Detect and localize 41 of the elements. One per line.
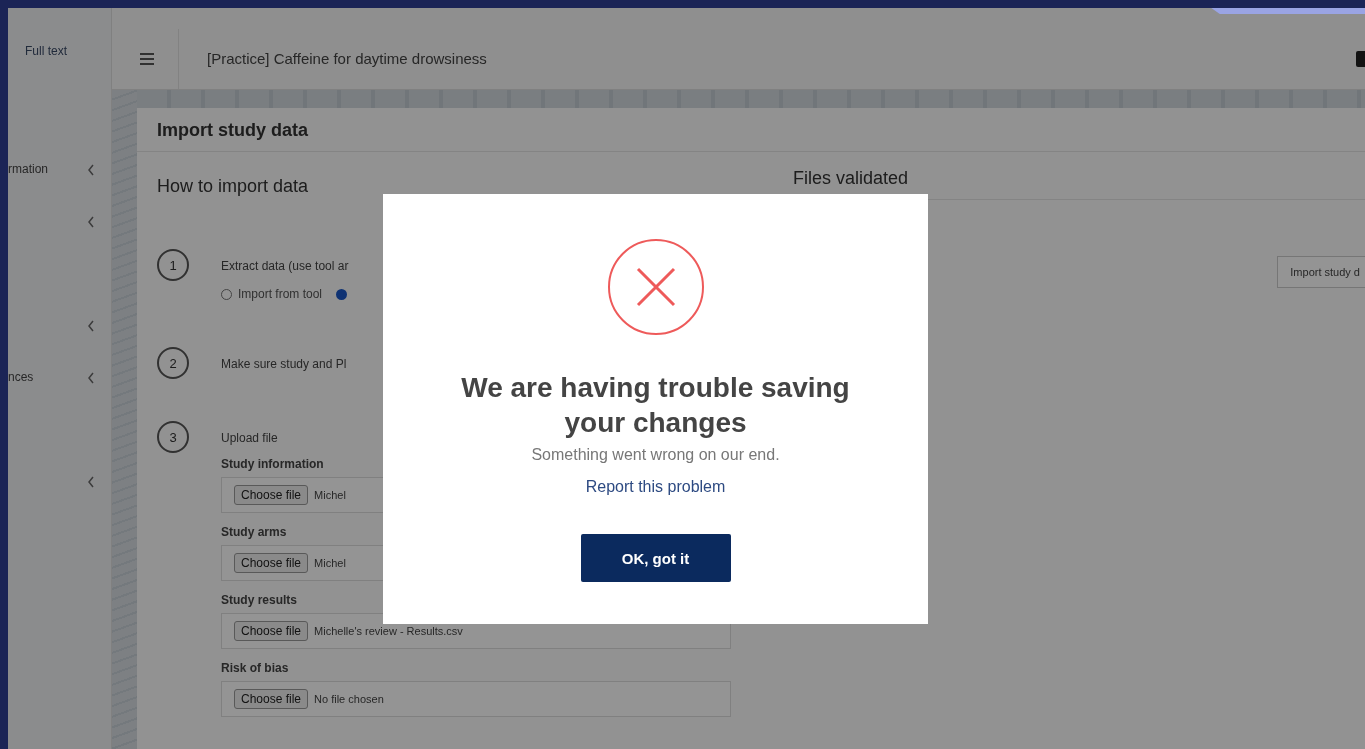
step-text: Upload file bbox=[221, 431, 278, 445]
file-name: Michel bbox=[314, 489, 346, 501]
sidebar-item[interactable]: nces bbox=[8, 370, 34, 384]
dialog-title: We are having trouble saving your changes bbox=[460, 371, 851, 440]
error-icon bbox=[606, 238, 705, 336]
radio-label: Import from tool bbox=[238, 287, 323, 301]
choose-file-button[interactable]: Choose file bbox=[234, 621, 309, 641]
chevron-icon[interactable] bbox=[87, 320, 95, 332]
card-title: Import study data bbox=[137, 108, 1365, 152]
chevron-icon[interactable] bbox=[87, 372, 95, 384]
chevron-icon[interactable] bbox=[87, 476, 95, 488]
radio-button[interactable] bbox=[221, 288, 232, 300]
sidebar-title[interactable]: Full text bbox=[25, 44, 111, 58]
file-input-field[interactable]: Choose file No file chosen bbox=[221, 681, 731, 717]
step-number: 3 bbox=[157, 421, 189, 453]
choose-file-button[interactable]: Choose file bbox=[234, 689, 309, 709]
chevron-icon[interactable] bbox=[87, 164, 95, 176]
step-number: 1 bbox=[157, 249, 189, 281]
dialog-message: Something went wrong on our end. bbox=[531, 446, 780, 464]
choose-file-button[interactable]: Choose file bbox=[234, 553, 309, 573]
chevron-icon[interactable] bbox=[87, 216, 95, 228]
field-label: Study arms bbox=[221, 525, 287, 539]
import-button[interactable]: Import study d bbox=[1277, 256, 1365, 288]
ok-button[interactable]: OK, got it bbox=[580, 534, 731, 582]
file-name: No file chosen bbox=[314, 693, 384, 705]
radio-button[interactable] bbox=[336, 288, 348, 300]
sidebar-item[interactable]: rmation bbox=[8, 162, 48, 176]
step-number: 2 bbox=[157, 347, 189, 379]
field-label: Study information bbox=[221, 457, 324, 471]
report-link[interactable]: Report this problem bbox=[585, 478, 726, 496]
section-heading: How to import data bbox=[157, 176, 310, 197]
file-name: Michelle's review - Results.csv bbox=[314, 625, 463, 637]
section-heading: Files validated bbox=[793, 168, 910, 189]
menu-icon[interactable] bbox=[140, 52, 154, 65]
step-text: Make sure study and Pl bbox=[221, 357, 347, 371]
file-name: Michel bbox=[314, 557, 346, 569]
field-label: Risk of bias bbox=[221, 661, 289, 675]
step-text: Extract data (use tool ar bbox=[221, 259, 349, 273]
choose-file-button[interactable]: Choose file bbox=[234, 485, 309, 505]
field-label: Study results bbox=[221, 593, 298, 607]
page-title: [Practice] Caffeine for daytime drowsiness bbox=[207, 50, 487, 67]
